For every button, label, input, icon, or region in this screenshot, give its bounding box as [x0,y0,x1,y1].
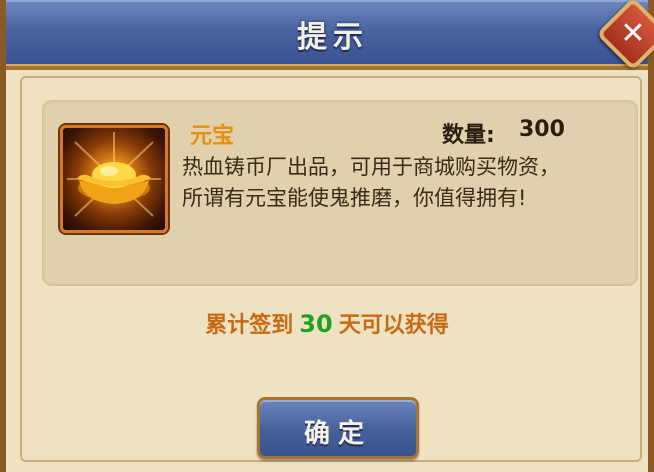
description-line-1: 热血铸币厂出品，可用于商城购买物资， [182,155,560,179]
confirm-button[interactable]: 确定 [257,397,419,459]
reward-condition: 累计签到 30 天可以获得 [6,307,648,339]
item-description: 热血铸币厂出品，可用于商城购买物资， 所谓有元宝能使鬼推磨，你值得拥有! [182,152,622,214]
reward-dialog: 提示 元宝 数量: 300 热血铸币厂出品，可用于商城购买物资， 所谓有元宝能使… [0,0,654,472]
reward-prefix: 累计签到 [205,313,294,338]
close-icon: ✕ [620,15,646,51]
item-name: 元宝 [190,124,235,149]
confirm-button-label: 确定 [303,419,372,449]
dialog-title: 提示 [297,20,369,55]
quantity-value: 300 [519,117,565,142]
dialog-header: 提示 [6,0,648,70]
description-line-2: 所谓有元宝能使鬼推磨，你值得拥有! [182,186,527,210]
quantity-label: 数量: [442,123,495,148]
reward-suffix: 天可以获得 [338,313,449,338]
gold-ingot-icon [60,125,168,233]
reward-days: 30 [299,310,333,338]
